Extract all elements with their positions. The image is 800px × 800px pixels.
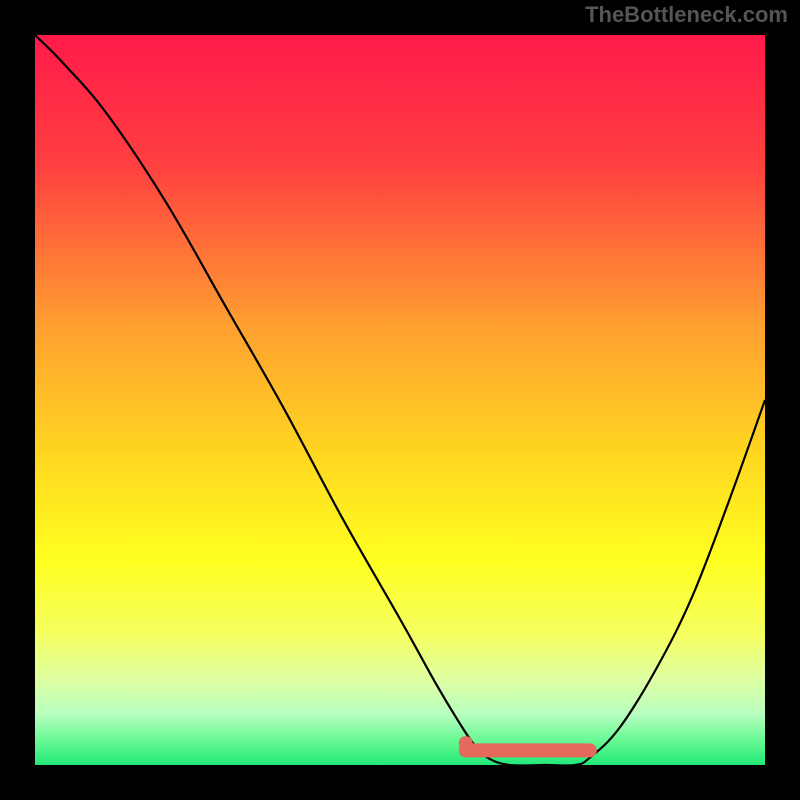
optimal-point-marker (459, 736, 473, 750)
watermark-text: TheBottleneck.com (585, 2, 788, 28)
chart-curve-layer (35, 35, 765, 765)
chart-plot-area (35, 35, 765, 765)
bottleneck-curve (35, 35, 765, 765)
